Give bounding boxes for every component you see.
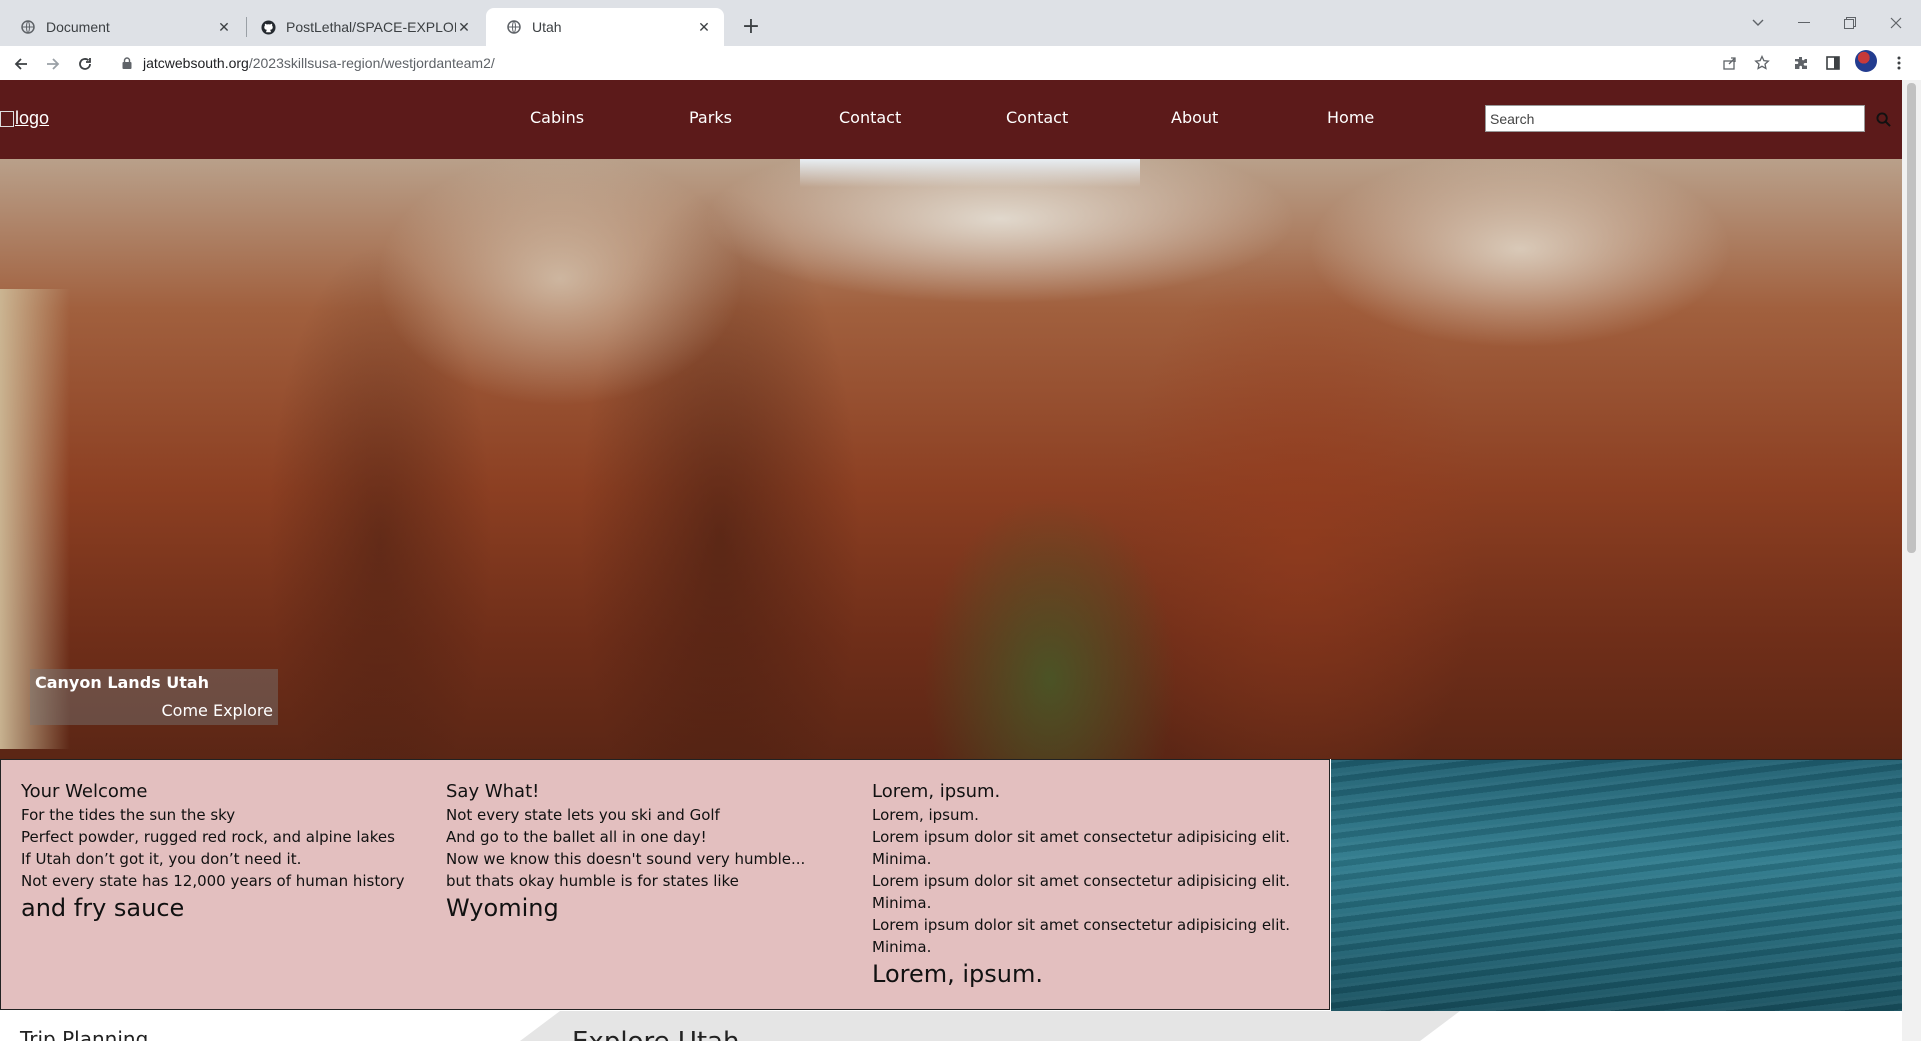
url-text: jatcwebsouth.org/2023skillsusa-region/we… — [143, 55, 495, 71]
side-panel-icon[interactable] — [1822, 52, 1844, 74]
tab-document[interactable]: Document ✕ — [0, 8, 244, 46]
nav-parks[interactable]: Parks — [689, 108, 732, 127]
extensions-icon[interactable] — [1790, 52, 1812, 74]
info-column-lorem: Lorem, ipsum. Lorem, ipsum. Lorem ipsum … — [872, 780, 1290, 989]
column-line: And go to the ballet all in one day! — [446, 828, 707, 846]
column-line: Not every state has 12,000 years of huma… — [21, 872, 405, 890]
tab-title: Document — [46, 19, 110, 35]
restore-icon[interactable] — [1828, 10, 1872, 36]
ocean-image — [1331, 759, 1902, 1011]
browser-window: Document ✕ PostLethal/SPACE-EXPLORATION … — [0, 0, 1921, 1041]
tab-search-icon[interactable] — [1736, 10, 1780, 36]
column-heading: Lorem, ipsum. — [872, 781, 1001, 802]
web-page: logo Cabins Parks Contact Contact About … — [0, 80, 1902, 1041]
address-bar[interactable]: jatcwebsouth.org/2023skillsusa-region/we… — [108, 48, 1753, 78]
nav-contact[interactable]: Contact — [839, 108, 901, 127]
column-big-text: Wyoming — [446, 894, 559, 922]
nav-contact-2[interactable]: Contact — [1006, 108, 1068, 127]
column-line: Now we know this doesn't sound very humb… — [446, 850, 806, 868]
column-line: Lorem ipsum dolor sit amet consectetur a… — [872, 828, 1291, 846]
close-tab-icon[interactable]: ✕ — [456, 19, 472, 36]
new-tab-button[interactable]: + — [737, 12, 765, 40]
column-line: If Utah don’t got it, you don’t need it. — [21, 850, 302, 868]
reload-icon[interactable] — [72, 51, 98, 77]
trip-planning-heading: Trip Planning — [20, 1027, 149, 1041]
explore-heading: Explore Utah — [572, 1027, 739, 1041]
browser-toolbar: jatcwebsouth.org/2023skillsusa-region/we… — [0, 46, 1921, 81]
column-line: Minima. — [872, 894, 932, 912]
info-column-welcome: Your Welcome For the tides the sun the s… — [21, 780, 404, 923]
tab-strip: Document ✕ PostLethal/SPACE-EXPLORATION … — [0, 0, 1921, 46]
column-line: Minima. — [872, 938, 932, 956]
hero-caption-subtitle: Come Explore — [161, 701, 273, 720]
column-heading: Say What! — [446, 781, 540, 802]
hero-sky — [800, 159, 1140, 187]
tab-title: PostLethal/SPACE-EXPLORATION — [286, 19, 456, 35]
bookmark-star-icon[interactable] — [1751, 52, 1773, 74]
column-line: Not every state lets you ski and Golf — [446, 806, 720, 824]
logo-alt-text: logo — [15, 108, 50, 128]
page-scrollbar[interactable] — [1902, 80, 1921, 1041]
column-line: Lorem ipsum dolor sit amet consectetur a… — [872, 872, 1291, 890]
forward-icon[interactable] — [40, 51, 66, 77]
column-line: For the tides the sun the sky — [21, 806, 236, 824]
column-line: Minima. — [872, 850, 932, 868]
share-icon[interactable] — [1719, 52, 1741, 74]
tab-utah[interactable]: Utah ✕ — [486, 8, 724, 46]
tab-divider — [246, 17, 247, 37]
column-line: Perfect powder, rugged red rock, and alp… — [21, 828, 395, 846]
tab-title: Utah — [532, 19, 562, 35]
search-icon[interactable] — [1872, 108, 1894, 130]
nav-cabins[interactable]: Cabins — [530, 108, 584, 127]
column-line: Lorem, ipsum. — [872, 806, 979, 824]
column-line: Lorem ipsum dolor sit amet consectetur a… — [872, 916, 1291, 934]
info-column-say-what: Say What! Not every state lets you ski a… — [446, 780, 805, 923]
minimize-icon[interactable] — [1782, 10, 1826, 36]
back-icon[interactable] — [8, 51, 34, 77]
scrollbar-thumb[interactable] — [1907, 83, 1916, 553]
next-section: Trip Planning Explore Utah — [0, 1011, 1902, 1041]
menu-kebab-icon[interactable] — [1888, 52, 1910, 74]
search-input[interactable] — [1485, 105, 1865, 132]
column-line: but thats okay humble is for states like — [446, 872, 739, 890]
close-window-icon[interactable] — [1874, 10, 1918, 36]
column-big-text: and fry sauce — [21, 894, 185, 922]
globe-icon — [20, 19, 36, 35]
hero-image: Canyon Lands Utah Come Explore — [0, 159, 1902, 759]
github-icon — [260, 19, 276, 35]
nav-home[interactable]: Home — [1327, 108, 1374, 127]
close-tab-icon[interactable]: ✕ — [216, 19, 232, 36]
nav-about[interactable]: About — [1171, 108, 1218, 127]
lock-icon[interactable] — [120, 56, 134, 70]
site-navbar: logo Cabins Parks Contact Contact About … — [0, 80, 1902, 159]
hero-caption-title: Canyon Lands Utah — [35, 673, 210, 692]
column-heading: Your Welcome — [21, 781, 148, 802]
url-path: /2023skillsusa-region/westjordanteam2/ — [248, 55, 495, 71]
column-big-text: Lorem, ipsum. — [872, 960, 1043, 988]
close-tab-icon[interactable]: ✕ — [696, 19, 712, 36]
hero-caption: Canyon Lands Utah Come Explore — [30, 669, 278, 725]
globe-icon — [506, 19, 522, 35]
logo-link[interactable]: logo — [0, 108, 49, 129]
profile-avatar[interactable] — [1855, 50, 1877, 72]
info-panel: Your Welcome For the tides the sun the s… — [0, 759, 1330, 1010]
tab-github[interactable]: PostLethal/SPACE-EXPLORATION ✕ — [248, 8, 484, 46]
url-host: jatcwebsouth.org — [143, 55, 249, 71]
broken-image-icon — [0, 110, 14, 127]
